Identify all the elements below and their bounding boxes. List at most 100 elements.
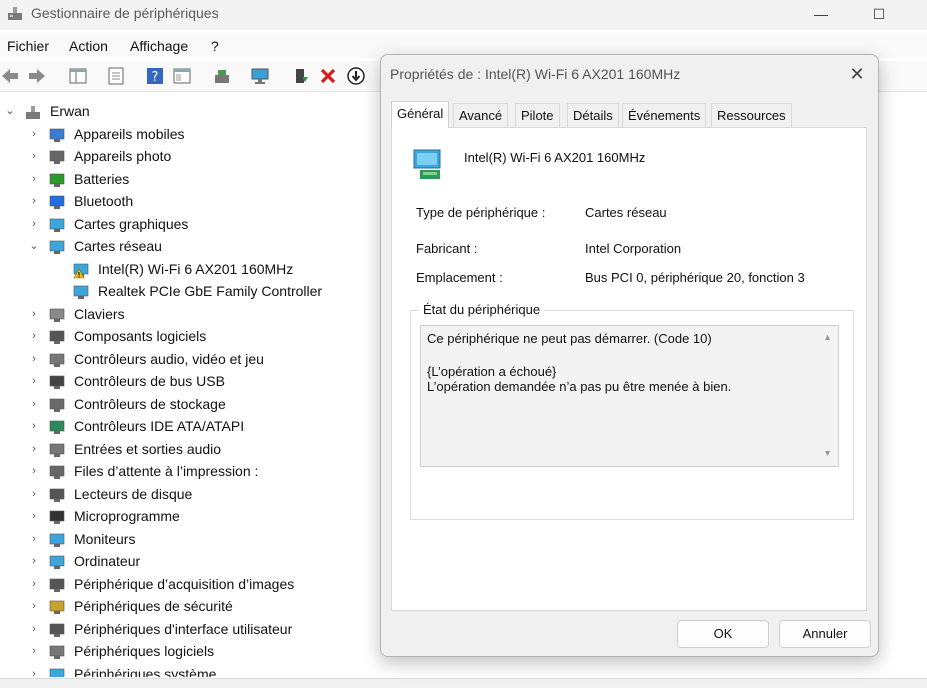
- chevron-right-icon[interactable]: ›: [28, 644, 40, 658]
- menu-file[interactable]: Fichier: [7, 38, 49, 54]
- storage-controller-icon: [49, 398, 65, 412]
- chevron-right-icon[interactable]: ›: [28, 352, 40, 366]
- tab-general[interactable]: Général: [391, 101, 450, 128]
- tree-item-label: Périphériques système: [74, 665, 217, 678]
- menu-action[interactable]: Action: [69, 38, 108, 54]
- chevron-down-icon[interactable]: ⌄: [4, 104, 16, 118]
- menu-view[interactable]: Affichage: [130, 38, 188, 54]
- system-device-icon: [49, 668, 65, 677]
- tree-item[interactable]: › Périphériques système: [0, 664, 380, 678]
- disable-device-icon[interactable]: [346, 66, 366, 86]
- chevron-right-icon[interactable]: ›: [28, 127, 40, 141]
- tree-item[interactable]: › Périphériques logiciels: [0, 641, 380, 663]
- chevron-right-icon[interactable]: ›: [28, 667, 40, 678]
- tree-item[interactable]: › Entrées et sorties audio: [0, 439, 380, 461]
- tree-item-label: Périphérique d’acquisition d’images: [74, 575, 295, 592]
- tree-item[interactable]: › Contrôleurs de bus USB: [0, 371, 380, 393]
- printer-icon: [49, 465, 65, 479]
- device-manager-icon: [8, 7, 22, 20]
- tree-item-label: Files d’attente à l’impression :: [74, 463, 259, 479]
- chevron-right-icon[interactable]: ›: [28, 464, 40, 478]
- device-name: Intel(R) Wi-Fi 6 AX201 160MHz: [464, 150, 646, 165]
- tree-item[interactable]: › Ordinateur: [0, 551, 380, 573]
- tree-item-label: Moniteurs: [74, 530, 136, 547]
- chevron-right-icon[interactable]: ›: [28, 397, 40, 411]
- tree-item[interactable]: › Cartes graphiques: [0, 214, 380, 236]
- forward-arrow-icon[interactable]: [27, 66, 47, 86]
- tab-resources[interactable]: Ressources: [711, 103, 792, 127]
- chevron-right-icon[interactable]: ›: [28, 599, 40, 613]
- minimize-button[interactable]: —: [798, 2, 844, 28]
- scan-hardware-icon[interactable]: [212, 66, 232, 86]
- tree-item[interactable]: › Microprogramme: [0, 506, 380, 528]
- tree-item-label: Périphériques de sécurité: [74, 598, 233, 614]
- tab-driver[interactable]: Pilote: [515, 103, 560, 127]
- tree-item[interactable]: › Périphérique d’acquisition d’images: [0, 574, 380, 596]
- chevron-right-icon[interactable]: ›: [28, 577, 40, 591]
- chevron-right-icon[interactable]: ›: [28, 149, 40, 163]
- uninstall-icon[interactable]: [318, 66, 338, 86]
- tree-item[interactable]: › Composants logiciels: [0, 326, 380, 348]
- tree-item[interactable]: › Contrôleurs audio, vidéo et jeu: [0, 349, 380, 371]
- chevron-right-icon[interactable]: ›: [28, 487, 40, 501]
- chevron-right-icon[interactable]: ›: [28, 329, 40, 343]
- network-adapter-icon: [49, 240, 65, 254]
- close-icon[interactable]: ✕: [848, 65, 866, 83]
- tree-item[interactable]: › Files d’attente à l’impression :: [0, 461, 380, 483]
- tree-item-label: Contrôleurs de bus USB: [74, 373, 225, 389]
- tree-item[interactable]: › Moniteurs: [0, 529, 380, 551]
- chevron-right-icon[interactable]: ›: [28, 554, 40, 568]
- device-status-textbox[interactable]: Ce périphérique ne peut pas démarrer. (C…: [420, 325, 839, 467]
- tree-item[interactable]: › Batteries: [0, 169, 380, 191]
- location-value: Bus PCI 0, périphérique 20, fonction 3: [585, 270, 805, 285]
- tree-item[interactable]: Intel(R) Wi-Fi 6 AX201 160MHz: [0, 259, 380, 281]
- chevron-right-icon[interactable]: ›: [28, 442, 40, 456]
- tree-item-label: Bluetooth: [74, 193, 134, 209]
- back-arrow-icon[interactable]: [0, 66, 20, 86]
- maximize-button[interactable]: ☐: [856, 2, 902, 28]
- tree-item[interactable]: › Appareils photo: [0, 146, 380, 168]
- tree-item-label: Entrées et sorties audio: [74, 440, 222, 457]
- chevron-right-icon[interactable]: ›: [28, 532, 40, 546]
- chevron-right-icon[interactable]: ›: [28, 307, 40, 321]
- tree-item[interactable]: › Périphériques d'interface utilisateur: [0, 619, 380, 641]
- tree-item[interactable]: › Bluetooth: [0, 191, 380, 213]
- chevron-down-icon[interactable]: ⌄: [28, 239, 40, 253]
- cancel-button[interactable]: Annuler: [779, 620, 871, 648]
- tree-item[interactable]: › Contrôleurs de stockage: [0, 394, 380, 416]
- properties-dialog: Propriétés de : Intel(R) Wi-Fi 6 AX201 1…: [380, 54, 879, 657]
- tree-item[interactable]: ⌄ Cartes réseau: [0, 236, 380, 258]
- manufacturer-label: Fabricant :: [416, 241, 478, 256]
- ok-button[interactable]: OK: [677, 620, 769, 648]
- tab-details[interactable]: Détails: [567, 103, 619, 127]
- tree-item[interactable]: Realtek PCIe GbE Family Controller: [0, 281, 380, 303]
- scroll-up-icon[interactable]: ▲: [823, 332, 832, 342]
- chevron-right-icon[interactable]: ›: [28, 419, 40, 433]
- tree-item[interactable]: › Contrôleurs IDE ATA/ATAPI: [0, 416, 380, 438]
- monitor-toolbar-icon[interactable]: [250, 66, 270, 86]
- view-icon[interactable]: [172, 66, 192, 86]
- tab-events[interactable]: Événements: [622, 103, 707, 127]
- chevron-right-icon[interactable]: ›: [28, 622, 40, 636]
- tree-root[interactable]: ⌄ Erwan: [0, 101, 380, 123]
- menu-help[interactable]: ?: [211, 38, 219, 54]
- tree-item[interactable]: › Appareils mobiles: [0, 124, 380, 146]
- chevron-right-icon[interactable]: ›: [28, 509, 40, 523]
- show-hide-tree-icon[interactable]: [68, 66, 88, 86]
- chevron-right-icon[interactable]: ›: [28, 194, 40, 208]
- chevron-right-icon[interactable]: ›: [28, 172, 40, 186]
- tree-item[interactable]: › Lecteurs de disque: [0, 484, 380, 506]
- scroll-down-icon[interactable]: ▼: [823, 448, 832, 458]
- tree-item-label: Contrôleurs audio, vidéo et jeu: [74, 350, 264, 367]
- chevron-right-icon[interactable]: ›: [28, 217, 40, 231]
- properties-icon[interactable]: [106, 66, 126, 86]
- tree-item[interactable]: › Claviers: [0, 304, 380, 326]
- security-device-icon: [49, 600, 65, 614]
- imaging-icon: [49, 578, 65, 592]
- chevron-right-icon[interactable]: ›: [28, 374, 40, 388]
- tree-item[interactable]: › Périphériques de sécurité: [0, 596, 380, 618]
- tab-advanced[interactable]: Avancé: [453, 103, 509, 127]
- general-panel: Intel(R) Wi-Fi 6 AX201 160MHz Type de pé…: [391, 127, 867, 611]
- help-icon[interactable]: ?: [145, 66, 165, 86]
- update-driver-icon[interactable]: [291, 66, 311, 86]
